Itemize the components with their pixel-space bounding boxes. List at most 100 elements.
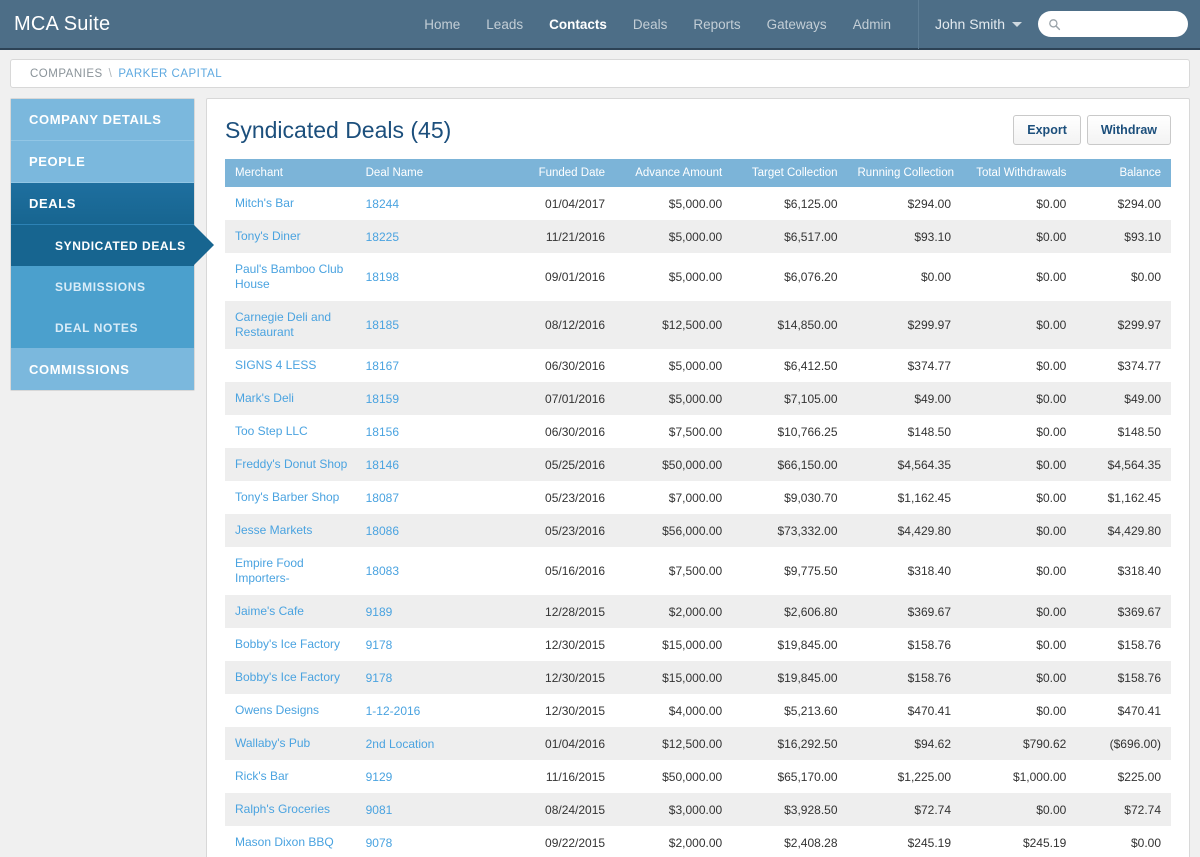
cell-deal-name[interactable]: 18156 <box>355 415 482 448</box>
cell-merchant[interactable]: Jesse Markets <box>225 514 356 547</box>
sidebar-item-people[interactable]: PEOPLE <box>11 141 194 183</box>
sidebar-item-label: COMPANY DETAILS <box>29 112 162 127</box>
cell-running-collection: $369.67 <box>847 595 962 628</box>
cell-deal-name[interactable]: 18198 <box>355 253 482 301</box>
cell-deal-name[interactable]: 18225 <box>355 220 482 253</box>
cell-deal-name[interactable]: 18185 <box>355 301 482 349</box>
cell-merchant[interactable]: Bobby's Ice Factory <box>225 628 356 661</box>
cell-merchant[interactable]: SIGNS 4 LESS <box>225 349 356 382</box>
cell-deal-name[interactable]: 1-12-2016 <box>355 694 482 727</box>
cell-deal-name[interactable]: 18087 <box>355 481 482 514</box>
cell-target-collection: $14,850.00 <box>732 301 848 349</box>
table-row[interactable]: Mark's Deli 18159 07/01/2016 $5,000.00 $7,10… <box>225 382 1171 415</box>
table-row[interactable]: Empire Food Importers- 18083 05/16/2016 $7,… <box>225 547 1171 595</box>
cell-merchant[interactable]: Tony's Diner <box>225 220 356 253</box>
cell-deal-name[interactable]: 9178 <box>355 628 482 661</box>
table-row[interactable]: Jaime's Cafe 9189 12/28/2015 $2,000.00 $2,60… <box>225 595 1171 628</box>
cell-deal-name[interactable]: 18159 <box>355 382 482 415</box>
cell-merchant[interactable]: Empire Food Importers- <box>225 547 356 595</box>
table-row[interactable]: Jesse Markets 18086 05/23/2016 $56,000.00 $7… <box>225 514 1171 547</box>
table-row[interactable]: Tony's Barber Shop 18087 05/23/2016 $7,000.… <box>225 481 1171 514</box>
cell-deal-name[interactable]: 9178 <box>355 661 482 694</box>
table-row[interactable]: Too Step LLC 18156 06/30/2016 $7,500.00 $10,… <box>225 415 1171 448</box>
cell-merchant[interactable]: Wallaby's Pub <box>225 727 356 760</box>
cell-running-collection: $1,225.00 <box>847 760 962 793</box>
nav-item-deals[interactable]: Deals <box>620 17 681 32</box>
breadcrumb-current[interactable]: PARKER CAPITAL <box>118 68 222 80</box>
sidebar-item-deal-notes[interactable]: DEAL NOTES <box>11 307 194 348</box>
table-row[interactable]: Mason Dixon BBQ 9078 09/22/2015 $2,000.00 $2… <box>225 826 1171 857</box>
cell-merchant[interactable]: Owens Designs <box>225 694 356 727</box>
cell-advance-amount: $15,000.00 <box>615 661 733 694</box>
search-box[interactable] <box>1038 11 1188 37</box>
nav-item-gateways[interactable]: Gateways <box>754 17 840 32</box>
cell-merchant[interactable]: Ralph's Groceries <box>225 793 356 826</box>
cell-deal-name[interactable]: 18244 <box>355 187 482 220</box>
cell-deal-name[interactable]: 9078 <box>355 826 482 857</box>
table-row[interactable]: Bobby's Ice Factory 9178 12/30/2015 $15,000… <box>225 661 1171 694</box>
withdraw-button[interactable]: Withdraw <box>1086 115 1171 145</box>
cell-target-collection: $73,332.00 <box>732 514 848 547</box>
sidebar-item-syndicated-deals[interactable]: SYNDICATED DEALS <box>11 225 214 266</box>
cell-deal-name[interactable]: 9189 <box>355 595 482 628</box>
column-header-total-withdrawals[interactable]: Total Withdrawals <box>961 159 1077 187</box>
cell-merchant[interactable]: Paul's Bamboo Club House <box>225 253 356 301</box>
cell-merchant[interactable]: Mark's Deli <box>225 382 356 415</box>
cell-merchant[interactable]: Carnegie Deli and Restaurant <box>225 301 356 349</box>
cell-deal-name[interactable]: 18167 <box>355 349 482 382</box>
nav-item-contacts[interactable]: Contacts <box>536 17 620 32</box>
cell-funded-date: 08/24/2015 <box>481 793 616 826</box>
table-row[interactable]: Carnegie Deli and Restaurant 18185 08/12/2… <box>225 301 1171 349</box>
table-row[interactable]: Tony's Diner 18225 11/21/2016 $5,000.00 $6,5… <box>225 220 1171 253</box>
table-row[interactable]: Owens Designs 1-12-2016 12/30/2015 $4,000.0… <box>225 694 1171 727</box>
cell-merchant[interactable]: Jaime's Cafe <box>225 595 356 628</box>
cell-funded-date: 11/16/2015 <box>481 760 616 793</box>
column-header-balance[interactable]: Balance <box>1076 159 1171 187</box>
cell-total-withdrawals: $0.00 <box>961 301 1077 349</box>
nav-item-reports[interactable]: Reports <box>680 17 753 32</box>
cell-merchant[interactable]: Tony's Barber Shop <box>225 481 356 514</box>
export-button[interactable]: Export <box>1013 115 1081 145</box>
search-input[interactable] <box>1067 16 1178 32</box>
cell-running-collection: $374.77 <box>847 349 962 382</box>
column-header-deal-name[interactable]: Deal Name <box>355 159 482 187</box>
column-header-target-collection[interactable]: Target Collection <box>732 159 848 187</box>
nav-item-admin[interactable]: Admin <box>840 17 904 32</box>
cell-deal-name[interactable]: 9129 <box>355 760 482 793</box>
cell-deal-name[interactable]: 18083 <box>355 547 482 595</box>
sidebar-item-company-details[interactable]: COMPANY DETAILS <box>11 99 194 141</box>
cell-merchant[interactable]: Freddy's Donut Shop <box>225 448 356 481</box>
sidebar-item-deals[interactable]: DEALS <box>11 183 194 225</box>
cell-deal-name[interactable]: 18086 <box>355 514 482 547</box>
cell-merchant[interactable]: Too Step LLC <box>225 415 356 448</box>
nav-item-leads[interactable]: Leads <box>473 17 536 32</box>
table-row[interactable]: Freddy's Donut Shop 18146 05/25/2016 $50,00… <box>225 448 1171 481</box>
cell-merchant[interactable]: Mitch's Bar <box>225 187 356 220</box>
cell-merchant[interactable]: Bobby's Ice Factory <box>225 661 356 694</box>
cell-balance: $49.00 <box>1076 382 1171 415</box>
column-header-advance-amount[interactable]: Advance Amount <box>615 159 733 187</box>
cell-balance: $225.00 <box>1076 760 1171 793</box>
table-row[interactable]: Paul's Bamboo Club House 18198 09/01/2016 $… <box>225 253 1171 301</box>
column-header-merchant[interactable]: Merchant <box>225 159 356 187</box>
cell-funded-date: 05/16/2016 <box>481 547 616 595</box>
cell-deal-name[interactable]: 2nd Location <box>355 727 482 760</box>
column-header-funded-date[interactable]: Funded Date <box>481 159 616 187</box>
sidebar-item-commissions[interactable]: COMMISSIONS <box>11 348 194 390</box>
cell-total-withdrawals: $0.00 <box>961 349 1077 382</box>
table-row[interactable]: Wallaby's Pub 2nd Location 01/04/2016 $12,5… <box>225 727 1171 760</box>
table-row[interactable]: Ralph's Groceries 9081 08/24/2015 $3,000.00… <box>225 793 1171 826</box>
sidebar-item-submissions[interactable]: SUBMISSIONS <box>11 266 194 307</box>
table-row[interactable]: Rick's Bar 9129 11/16/2015 $50,000.00 $65,17… <box>225 760 1171 793</box>
cell-merchant[interactable]: Mason Dixon BBQ <box>225 826 356 857</box>
table-row[interactable]: SIGNS 4 LESS 18167 06/30/2016 $5,000.00 $6,4… <box>225 349 1171 382</box>
table-row[interactable]: Mitch's Bar 18244 01/04/2017 $5,000.00 $6,12… <box>225 187 1171 220</box>
cell-deal-name[interactable]: 9081 <box>355 793 482 826</box>
cell-merchant[interactable]: Rick's Bar <box>225 760 356 793</box>
nav-item-home[interactable]: Home <box>411 17 473 32</box>
user-menu[interactable]: John Smith <box>925 16 1032 32</box>
breadcrumb-root[interactable]: COMPANIES <box>30 68 103 80</box>
column-header-running-collection[interactable]: Running Collection <box>847 159 962 187</box>
table-row[interactable]: Bobby's Ice Factory 9178 12/30/2015 $15,000… <box>225 628 1171 661</box>
cell-deal-name[interactable]: 18146 <box>355 448 482 481</box>
